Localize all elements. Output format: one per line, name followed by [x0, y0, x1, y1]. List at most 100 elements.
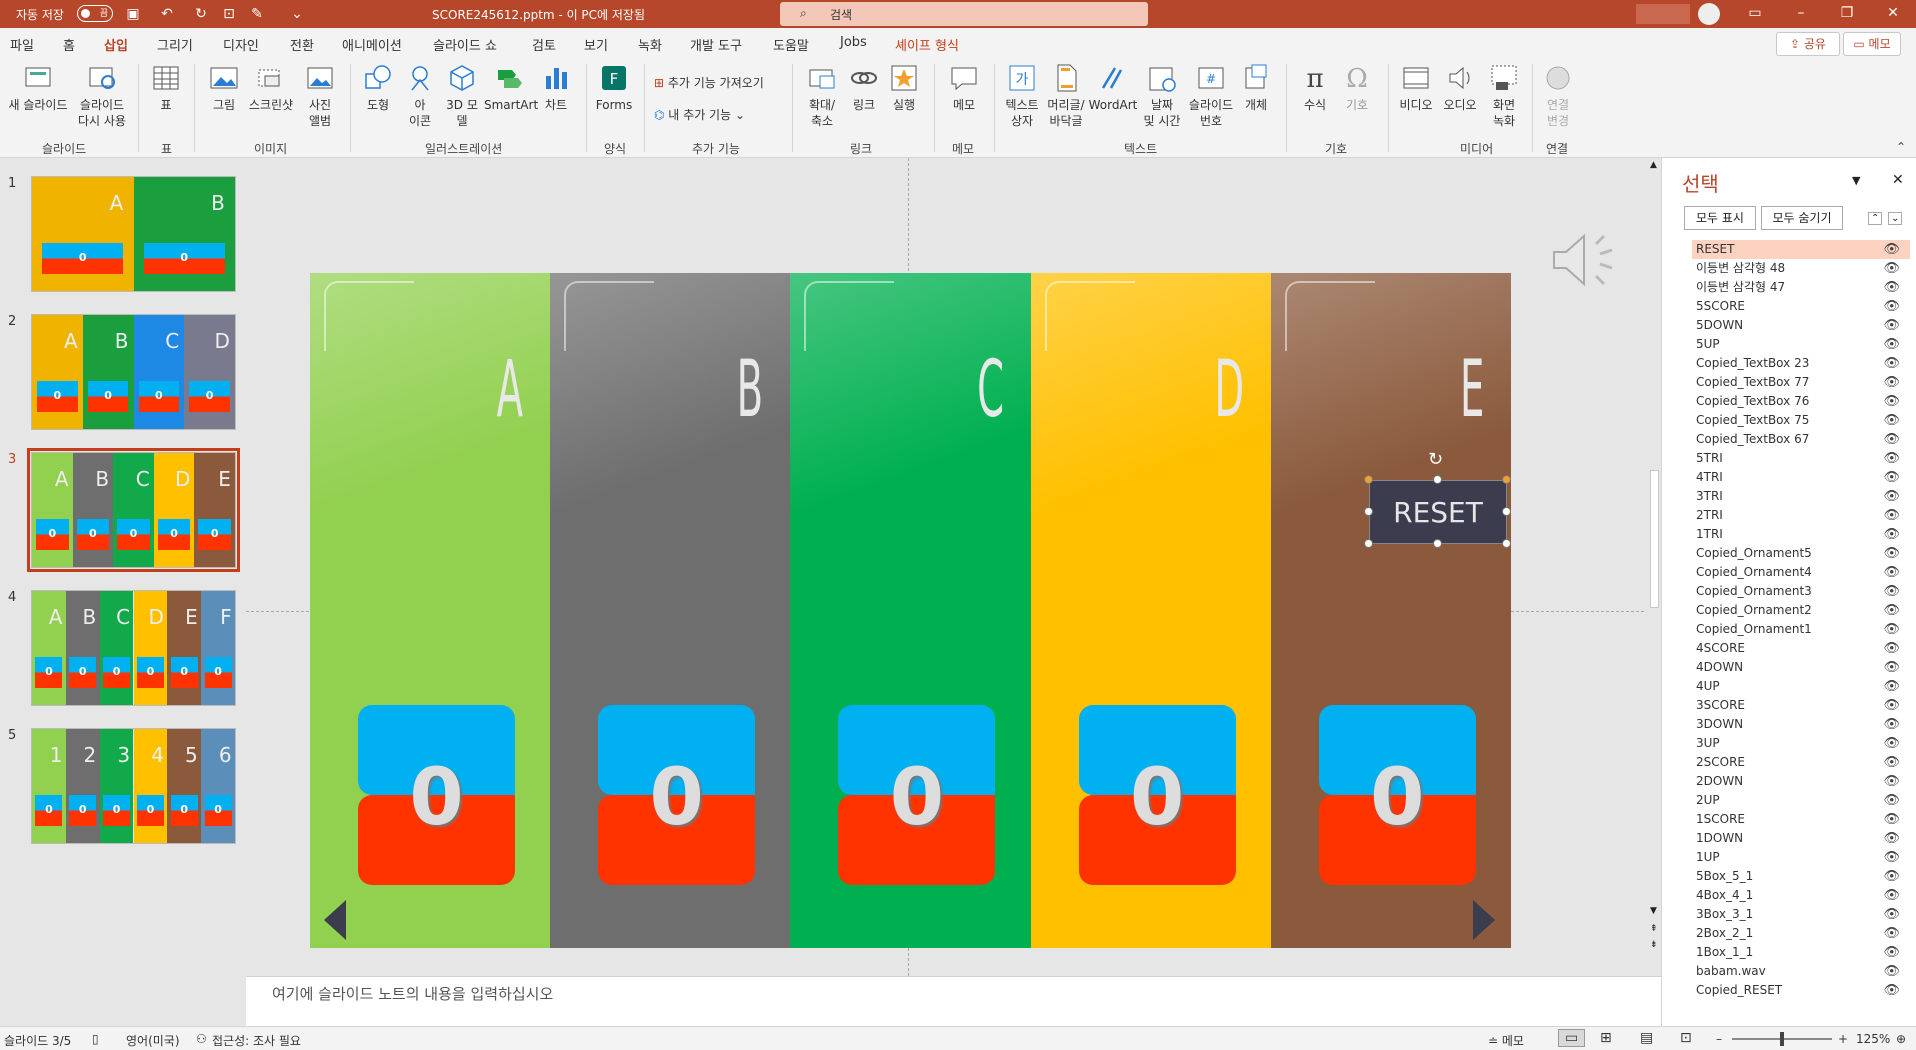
normal-view-icon[interactable]: ▭	[1558, 1029, 1586, 1047]
3d-models-button[interactable]: 3D 모 델	[440, 62, 484, 129]
visibility-eye-icon[interactable]: 👁	[1883, 544, 1900, 563]
visibility-eye-icon[interactable]: 👁	[1883, 620, 1900, 639]
textbox-button[interactable]: 가 텍스트 상자	[1000, 62, 1044, 129]
tab-slideshow[interactable]: 슬라이드 쇼	[433, 35, 497, 54]
selection-item[interactable]: 4DOWN 👁	[1692, 658, 1910, 677]
zoom-slider[interactable]	[1732, 1032, 1832, 1046]
redo-icon[interactable]: ↻	[192, 5, 210, 23]
visibility-eye-icon[interactable]: 👁	[1883, 924, 1900, 943]
visibility-eye-icon[interactable]: 👁	[1883, 867, 1900, 886]
equation-button[interactable]: π 수식	[1294, 62, 1336, 113]
restore-icon[interactable]: ❐	[1824, 0, 1870, 28]
visibility-eye-icon[interactable]: 👁	[1883, 715, 1900, 734]
visibility-eye-icon[interactable]: 👁	[1883, 449, 1900, 468]
tab-design[interactable]: 디자인	[223, 35, 259, 54]
selection-item[interactable]: Copied_TextBox 23 👁	[1692, 354, 1910, 373]
ribbon-display-icon[interactable]: ▭	[1732, 0, 1778, 28]
selection-item[interactable]: 1UP 👁	[1692, 848, 1910, 867]
screenshot-button[interactable]: 스크린샷	[244, 62, 298, 113]
selection-item[interactable]: 3Box_3_1 👁	[1692, 905, 1910, 924]
comments-button[interactable]: ▭ 메모	[1843, 32, 1901, 56]
symbol-button[interactable]: Ω 기호	[1336, 62, 1378, 113]
visibility-eye-icon[interactable]: 👁	[1883, 487, 1900, 506]
link-button[interactable]: 링크	[844, 62, 884, 113]
slide-thumbnail[interactable]: A0B0C0D0E0F0	[31, 590, 236, 706]
rotate-handle-icon[interactable]: ↻	[1428, 449, 1443, 470]
reuse-slide-button[interactable]: 슬라이드 다시 사용	[72, 62, 132, 129]
send-backward-icon[interactable]: ⌄	[1888, 212, 1903, 225]
spellcheck-icon[interactable]: ▯	[92, 1032, 99, 1046]
selection-item[interactable]: 2TRI 👁	[1692, 506, 1910, 525]
slideshow-view-icon[interactable]: ⊡	[1680, 1030, 1692, 1046]
visibility-eye-icon[interactable]: 👁	[1883, 259, 1900, 278]
link-change-button[interactable]: 연결 변경	[1538, 62, 1578, 129]
visibility-eye-icon[interactable]: 👁	[1883, 696, 1900, 715]
visibility-eye-icon[interactable]: 👁	[1883, 411, 1900, 430]
visibility-eye-icon[interactable]: 👁	[1883, 943, 1900, 962]
visibility-eye-icon[interactable]: 👁	[1883, 810, 1900, 829]
pane-close-icon[interactable]: ✕	[1892, 172, 1904, 188]
notes-toggle-button[interactable]: ≐ 메모	[1488, 1032, 1524, 1049]
slideshow-icon[interactable]: ⊡	[220, 5, 238, 23]
visibility-eye-icon[interactable]: 👁	[1883, 278, 1900, 297]
visibility-eye-icon[interactable]: 👁	[1883, 753, 1900, 772]
previous-triangle-button[interactable]	[324, 900, 346, 940]
bring-forward-icon[interactable]: ⌃	[1868, 212, 1883, 225]
resize-handle[interactable]	[1364, 539, 1373, 548]
get-addins-button[interactable]: ⊞ 추가 기능 가져오기	[654, 74, 764, 91]
visibility-eye-icon[interactable]: 👁	[1883, 981, 1900, 1000]
screen-recording-button[interactable]: 화면 녹화	[1482, 62, 1526, 129]
show-all-button[interactable]: 모두 표시	[1684, 206, 1756, 230]
hide-all-button[interactable]: 모두 숨기기	[1761, 206, 1843, 230]
audio-speaker-icon[interactable]	[1546, 220, 1626, 300]
selection-item[interactable]: 5UP 👁	[1692, 335, 1910, 354]
my-addins-button[interactable]: ⌬ 내 추가 기능 ⌄	[654, 106, 745, 123]
selection-item[interactable]: 1SCORE 👁	[1692, 810, 1910, 829]
next-triangle-button[interactable]	[1473, 900, 1495, 940]
picture-button[interactable]: 그림	[204, 62, 244, 113]
selection-item[interactable]: 2UP 👁	[1692, 791, 1910, 810]
selection-item[interactable]: babam.wav 👁	[1692, 962, 1910, 981]
icons-button[interactable]: 아 이콘	[400, 62, 440, 129]
avatar[interactable]	[1698, 3, 1720, 25]
slide-thumbnail[interactable]: A0B0C0D0	[31, 314, 236, 430]
slide-thumbnail[interactable]: A0B0	[31, 176, 236, 292]
visibility-eye-icon[interactable]: 👁	[1883, 430, 1900, 449]
selection-item[interactable]: 3DOWN 👁	[1692, 715, 1910, 734]
selection-item[interactable]: Copied_TextBox 75 👁	[1692, 411, 1910, 430]
selection-item[interactable]: 1Box_1_1 👁	[1692, 943, 1910, 962]
resize-handle[interactable]	[1364, 475, 1373, 484]
shapes-button[interactable]: 도형	[356, 62, 400, 113]
visibility-eye-icon[interactable]: 👁	[1883, 392, 1900, 411]
selection-item[interactable]: 5SCORE 👁	[1692, 297, 1910, 316]
autosave-toggle[interactable]: 끔	[77, 5, 113, 22]
new-slide-button[interactable]: 새 슬라이드	[4, 62, 72, 113]
visibility-eye-icon[interactable]: 👁	[1883, 829, 1900, 848]
object-button[interactable]: 개체	[1236, 62, 1276, 113]
tab-draw[interactable]: 그리기	[157, 35, 193, 54]
visibility-eye-icon[interactable]: 👁	[1883, 848, 1900, 867]
selection-item[interactable]: 4SCORE 👁	[1692, 639, 1910, 658]
zoom-button[interactable]: 확대/ 축소	[800, 62, 844, 129]
forms-button[interactable]: F Forms	[592, 62, 636, 113]
tab-animations[interactable]: 애니메이션	[342, 35, 402, 54]
selection-item[interactable]: 이등변 삼각형 47 👁	[1692, 278, 1910, 297]
collapse-ribbon-icon[interactable]: ⌃	[1896, 140, 1906, 154]
visibility-eye-icon[interactable]: 👁	[1883, 373, 1900, 392]
visibility-eye-icon[interactable]: 👁	[1883, 316, 1900, 335]
tab-developer[interactable]: 개발 도구	[690, 35, 742, 54]
photo-album-button[interactable]: 사진 앨범	[298, 62, 342, 129]
selection-item[interactable]: Copied_Ornament2 👁	[1692, 601, 1910, 620]
tab-home[interactable]: 홈	[63, 35, 75, 54]
selection-item[interactable]: 1TRI 👁	[1692, 525, 1910, 544]
tab-view[interactable]: 보기	[584, 35, 608, 54]
language-indicator[interactable]: 영어(미국)	[126, 1032, 180, 1049]
visibility-eye-icon[interactable]: 👁	[1883, 582, 1900, 601]
resize-handle[interactable]	[1433, 475, 1442, 484]
reset-button[interactable]: RESET	[1369, 480, 1507, 544]
tab-review[interactable]: 검토	[532, 35, 556, 54]
visibility-eye-icon[interactable]: 👁	[1883, 335, 1900, 354]
visibility-eye-icon[interactable]: 👁	[1883, 791, 1900, 810]
slide-canvas[interactable]: A 0 B 0 C 0 D 0 E 0 RESET ↻	[310, 273, 1511, 948]
selection-item[interactable]: Copied_Ornament4 👁	[1692, 563, 1910, 582]
